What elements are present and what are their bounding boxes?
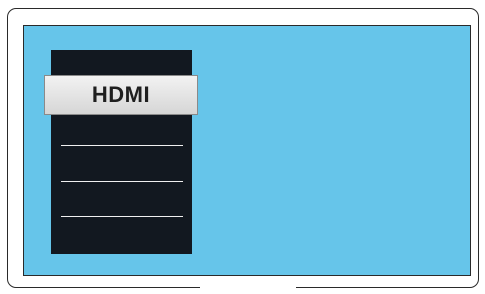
menu-item-hdmi[interactable]: HDMI [44, 75, 198, 115]
tv-stand-gap [200, 286, 296, 292]
menu-item-divider[interactable] [61, 145, 183, 146]
menu-item-divider[interactable] [61, 181, 183, 182]
menu-item-divider[interactable] [61, 216, 183, 217]
